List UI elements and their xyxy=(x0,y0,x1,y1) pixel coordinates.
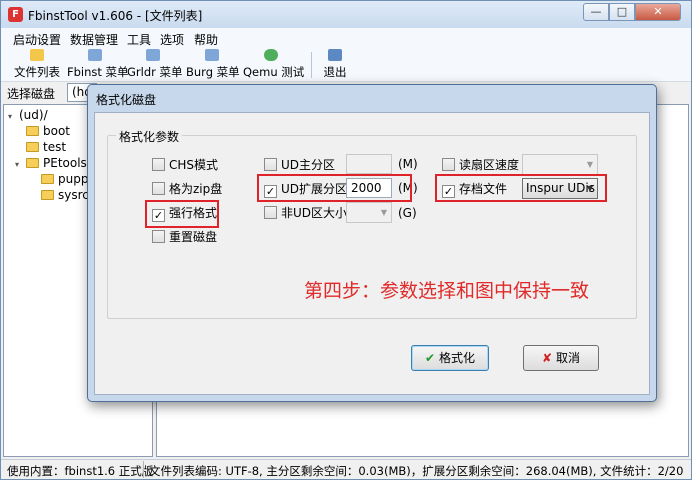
folder-icon xyxy=(41,174,54,184)
zip-disk-checkbox[interactable]: 格为zip盘 xyxy=(152,182,222,198)
dialog-title: 格式化磁盘 xyxy=(96,93,157,107)
read-speed-select[interactable]: ▼ xyxy=(522,154,598,175)
fbinst-menu-label: Fbinst 菜单 xyxy=(67,65,129,79)
exit-button[interactable]: 退出 xyxy=(319,49,351,79)
toolbar: 文件列表 Fbinst 菜单 Grldr 菜单 Burg 菜单 Qemu 测试 … xyxy=(1,47,691,81)
status-engine: 使用内置：fbinst1.6 正式版 xyxy=(7,464,154,478)
fbinst-menu-button[interactable]: Fbinst 菜单 xyxy=(67,49,129,79)
tree-item-test[interactable]: test xyxy=(26,140,66,155)
menu-help[interactable]: 帮助 xyxy=(194,31,218,48)
exit-icon xyxy=(328,49,342,61)
document-icon xyxy=(88,49,102,61)
toolbar-separator xyxy=(311,52,312,78)
menu-options[interactable]: 选项 xyxy=(160,31,184,48)
window-title: FbinstTool v1.606 - [文件列表] xyxy=(28,9,203,23)
status-bar: 使用内置：fbinst1.6 正式版 文件列表编码: UTF-8, 主分区剩余空… xyxy=(1,459,691,479)
title-bar: F FbinstTool v1.606 - [文件列表] — □ ✕ xyxy=(1,1,691,28)
app-icon: F xyxy=(8,7,23,22)
maximize-button[interactable]: □ xyxy=(609,3,635,21)
tree-item-petools[interactable]: ▾ PEtools xyxy=(15,156,87,171)
non-ud-size-select[interactable]: ▼ xyxy=(346,202,392,223)
chevron-down-icon: ▼ xyxy=(380,208,387,217)
ud-primary-unit: (M) xyxy=(398,157,418,171)
chevron-down-icon: ▼ xyxy=(586,160,593,169)
tree-root[interactable]: ▾ (ud)/ xyxy=(8,108,48,123)
read-speed-checkbox[interactable]: 读扇区速度 xyxy=(442,158,519,174)
qemu-test-button[interactable]: Qemu 测试 xyxy=(243,49,305,79)
folder-icon xyxy=(41,190,54,200)
folder-icon xyxy=(26,142,39,152)
ud-primary-checkbox[interactable]: UD主分区 xyxy=(264,158,335,174)
close-icon: ✘ xyxy=(541,351,553,365)
ud-primary-size-input[interactable] xyxy=(346,154,392,174)
dialog-body: 格式化参数 CHS模式 格为zip盘 ✓ 强行格式 重置磁盘 UD主分区 (M) … xyxy=(94,112,650,395)
format-dialog: 格式化磁盘 格式化参数 CHS模式 格为zip盘 ✓ 强行格式 重置磁盘 UD主分… xyxy=(87,84,657,402)
exit-label: 退出 xyxy=(323,65,347,79)
folder-icon xyxy=(30,49,44,61)
minimize-button[interactable]: — xyxy=(583,3,609,21)
menu-bar: 启动设置 数据管理 工具 选项 帮助 xyxy=(1,28,691,47)
burg-menu-label: Burg 菜单 xyxy=(186,65,240,79)
cancel-button[interactable]: ✘ 取消 xyxy=(523,345,599,371)
folder-icon xyxy=(26,158,39,168)
menu-data-management[interactable]: 数据管理 xyxy=(70,31,118,48)
group-title: 格式化参数 xyxy=(116,128,183,145)
file-list-button[interactable]: 文件列表 xyxy=(13,49,61,79)
check-icon: ✔ xyxy=(424,351,436,365)
tree-item-boot[interactable]: boot xyxy=(26,124,70,139)
qemu-test-label: Qemu 测试 xyxy=(243,65,305,79)
grldr-menu-button[interactable]: Grldr 菜单 xyxy=(127,49,183,79)
file-list-label: 文件列表 xyxy=(14,65,60,79)
format-params-group: 格式化参数 CHS模式 格为zip盘 ✓ 强行格式 重置磁盘 UD主分区 (M) … xyxy=(107,128,637,319)
chs-mode-checkbox[interactable]: CHS模式 xyxy=(152,158,218,174)
archive-file-highlight xyxy=(435,174,607,202)
non-ud-size-unit: (G) xyxy=(398,206,417,220)
force-format-highlight xyxy=(145,200,219,228)
menu-tools[interactable]: 工具 xyxy=(127,31,151,48)
menu-boot-settings[interactable]: 启动设置 xyxy=(13,31,61,48)
play-icon xyxy=(264,49,278,61)
collapse-icon: ▾ xyxy=(8,112,13,121)
grldr-menu-label: Grldr 菜单 xyxy=(127,65,183,79)
document-icon xyxy=(205,49,219,61)
burg-menu-button[interactable]: Burg 菜单 xyxy=(186,49,240,79)
ud-extended-highlight xyxy=(257,174,412,202)
folder-icon xyxy=(26,126,39,136)
status-divider xyxy=(143,461,144,478)
document-icon xyxy=(146,49,160,61)
non-ud-size-checkbox[interactable]: 非UD区大小 xyxy=(264,206,347,222)
annotation-text: 第四步：参数选择和图中保持一致 xyxy=(304,280,590,302)
format-button[interactable]: ✔ 格式化 xyxy=(411,345,489,371)
status-info: 文件列表编码: UTF-8, 主分区剩余空间：0.03(MB)，扩展分区剩余空间… xyxy=(149,464,684,478)
disk-select-label: 选择磁盘 xyxy=(7,87,56,101)
reset-disk-checkbox[interactable]: 重置磁盘 xyxy=(152,230,217,246)
collapse-icon: ▾ xyxy=(15,160,20,169)
close-button[interactable]: ✕ xyxy=(635,3,681,21)
